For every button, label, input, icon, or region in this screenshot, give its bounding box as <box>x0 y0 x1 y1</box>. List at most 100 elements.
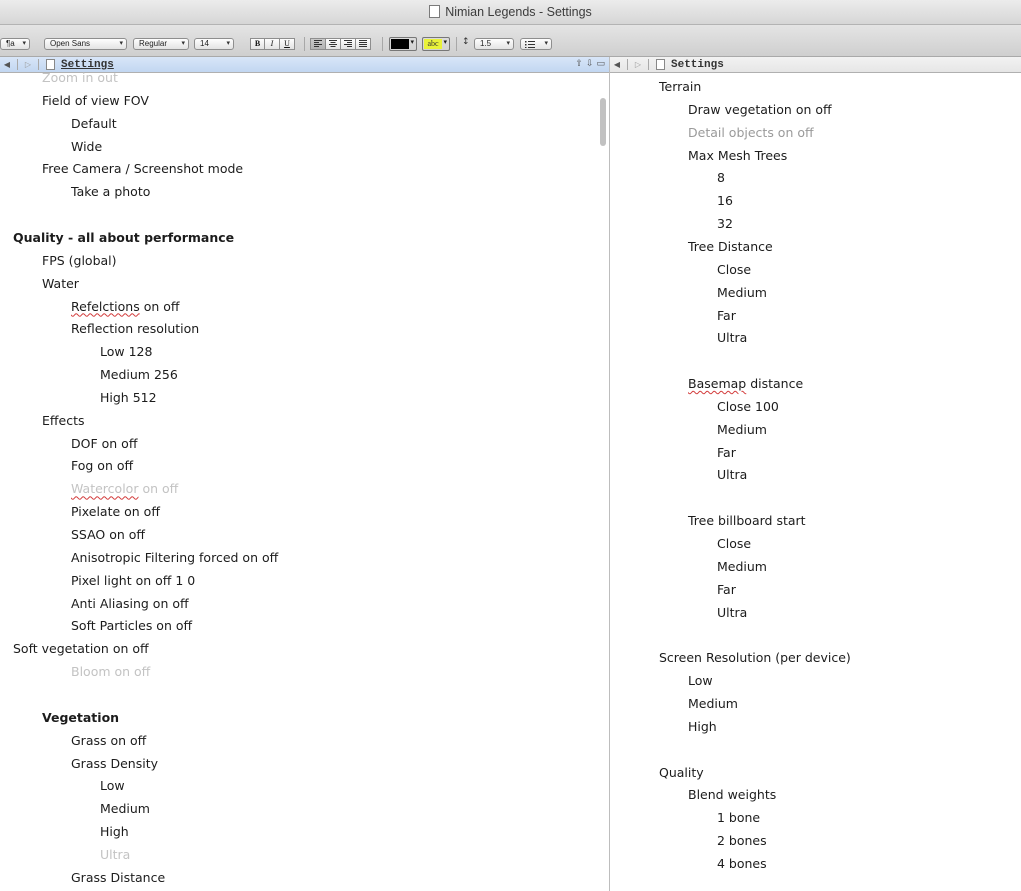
text-line: Anisotropic Filtering forced on off <box>71 549 279 565</box>
text-line: Bloom on off <box>71 664 151 680</box>
chevron-down-icon: ▾ <box>443 38 447 46</box>
font-family-label: Open Sans <box>50 39 91 48</box>
underline-button[interactable]: U <box>279 38 295 50</box>
chevron-down-icon: ▾ <box>22 40 26 47</box>
text-line: FPS (global) <box>42 252 117 268</box>
chevron-down-icon: ▾ <box>226 40 230 47</box>
text-line: 2 bones <box>717 833 767 849</box>
text-line: Low <box>100 778 125 794</box>
bold-button[interactable]: B <box>250 38 265 50</box>
next-section-icon[interactable]: ⇩ <box>586 59 594 69</box>
text-line: Medium <box>717 558 767 574</box>
text-color-fill <box>391 39 409 49</box>
left-editor-pane[interactable]: ◀ ▷ Settings ⇧ ⇩ ▭ Zoom in out Field of v… <box>0 57 609 891</box>
vertical-scrollbar[interactable] <box>600 98 606 146</box>
alignment-group <box>310 38 371 50</box>
text-line: Detail objects on off <box>688 124 814 140</box>
text-line: Low <box>688 673 713 689</box>
text-line: Wide <box>71 138 103 154</box>
list-style-popup[interactable]: ▾ <box>520 38 552 50</box>
text-line: High 512 <box>100 389 157 405</box>
text-line: Water <box>42 275 79 291</box>
paragraph-style-label: ¶a <box>6 39 15 48</box>
font-family-popup[interactable]: Open Sans ▾ <box>44 38 127 50</box>
align-center-button[interactable] <box>325 38 341 50</box>
text-line: Field of view FOV <box>42 92 149 108</box>
font-style-popup[interactable]: Regular ▾ <box>133 38 189 50</box>
align-left-button[interactable] <box>310 38 326 50</box>
text-line: Far <box>717 307 736 323</box>
misspelled-word[interactable]: Watercolor <box>71 481 138 496</box>
toolbar-divider <box>456 37 457 51</box>
text-line: Vegetation <box>42 709 120 725</box>
text-color-well[interactable]: ▾ <box>389 37 417 51</box>
text-line: Close 100 <box>717 398 779 414</box>
toolbar-divider <box>382 37 383 51</box>
text-line: High <box>688 718 717 734</box>
paragraph-style-popup[interactable]: ¶a ▾ <box>0 38 30 50</box>
font-size-popup[interactable]: 14 ▾ <box>194 38 234 50</box>
text-line: Ultra <box>717 467 748 483</box>
text-line: Tree billboard start <box>688 513 806 529</box>
text-line: Soft vegetation on off <box>13 641 149 657</box>
justify-icon <box>359 40 367 47</box>
text-line: Fog on off <box>71 458 134 474</box>
text-line: Ultra <box>717 330 748 346</box>
text-line: Grass Density <box>71 755 159 771</box>
text-line: Medium 256 <box>100 367 178 383</box>
chevron-down-icon: ▾ <box>181 40 185 47</box>
text-line: SSAO on off <box>71 527 146 542</box>
text-line: Screen Resolution (per device) <box>659 650 851 666</box>
text-line: Watercolor on off <box>71 481 179 497</box>
back-arrow-icon[interactable]: ◀ <box>610 60 624 69</box>
highlight-label: abc <box>424 39 442 49</box>
highlight-color-well[interactable]: abc ▾ <box>422 37 450 51</box>
text-line: Zoom in out <box>42 70 118 85</box>
forward-arrow-icon[interactable]: ▷ <box>631 60 645 69</box>
window-titlebar: Nimian Legends - Settings <box>0 0 1021 25</box>
justify-button[interactable] <box>355 38 371 50</box>
previous-section-icon[interactable]: ⇧ <box>575 59 583 69</box>
font-size-label: 14 <box>200 39 209 48</box>
text-line: Ultra <box>717 604 748 620</box>
text-line: Ultra <box>100 846 131 862</box>
text-line: Soft Particles on off <box>71 618 193 634</box>
text-line: Low 128 <box>100 344 153 360</box>
align-right-icon <box>344 40 352 47</box>
text-line: High <box>100 824 129 840</box>
page-icon <box>656 59 665 70</box>
misspelled-word[interactable]: Basemap <box>688 376 746 391</box>
split-pane-icon[interactable]: ▭ <box>596 59 605 69</box>
forward-arrow-icon[interactable]: ▷ <box>21 60 35 69</box>
back-arrow-icon[interactable]: ◀ <box>0 60 14 69</box>
nav-divider <box>648 59 649 70</box>
nav-divider <box>17 59 18 70</box>
line-spacing-popup[interactable]: 1.5 ▾ <box>474 38 514 50</box>
text-line: Refelctions on off <box>71 298 180 314</box>
text-line: Grass on off <box>71 732 147 748</box>
text-line: Close <box>717 261 752 277</box>
text-line: Draw vegetation on off <box>688 101 832 117</box>
text-line: Far <box>717 581 736 597</box>
misspelled-word[interactable]: Refelctions <box>71 299 140 314</box>
align-left-icon <box>314 40 322 47</box>
text-line: Far <box>717 444 736 460</box>
text-line: Basemap distance <box>688 376 804 392</box>
breadcrumb[interactable]: Settings <box>671 59 724 71</box>
text-line: Close <box>717 536 752 551</box>
text-line: Quality - all about performance <box>13 229 235 245</box>
nav-divider <box>627 59 628 70</box>
text-line: Terrain <box>659 79 702 94</box>
right-editor-pane[interactable]: ◀ ▷ Settings Terrain Draw vegetation on o… <box>610 57 1021 891</box>
align-right-button[interactable] <box>340 38 356 50</box>
text-line: 4 bones <box>717 855 767 871</box>
text-line: Tree Distance <box>688 238 773 254</box>
text-line: 1 bone <box>717 810 761 826</box>
text-line: 32 <box>717 216 733 232</box>
chevron-down-icon: ▾ <box>544 40 548 47</box>
text-line: Anti Aliasing on off <box>71 595 189 611</box>
font-style-label: Regular <box>139 39 168 48</box>
italic-button[interactable]: I <box>264 38 280 50</box>
text-line: 8 <box>717 170 725 186</box>
text-line: Medium <box>100 801 150 817</box>
